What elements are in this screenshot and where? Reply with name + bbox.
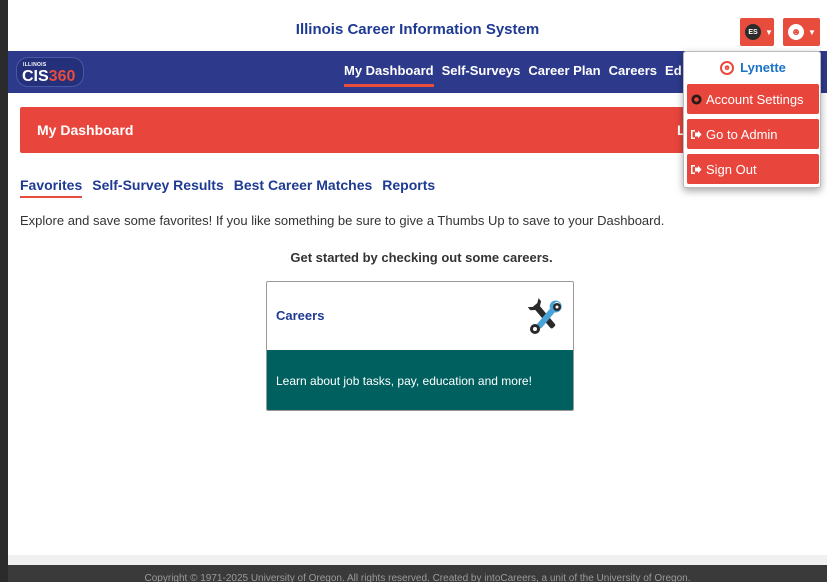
go-to-admin-menu-item[interactable]: Go to Admin xyxy=(687,119,819,149)
user-icon: ☻ xyxy=(788,24,804,40)
sign-out-label: Sign Out xyxy=(706,161,757,177)
careers-card[interactable]: Careers Learn about job tasks, pay, educ… xyxy=(266,281,574,411)
language-badge: ES xyxy=(745,24,761,40)
logo-number-text: 360 xyxy=(48,68,76,85)
intro-text: Explore and save some favorites! If you … xyxy=(20,213,665,228)
chevron-down-icon: ▼ xyxy=(765,27,773,37)
dashboard-tabs: Favorites Self-Survey Results Best Caree… xyxy=(20,177,435,198)
account-settings-label: Account Settings xyxy=(706,91,804,107)
nav-links: My Dashboard Self-Surveys Career Plan Ca… xyxy=(344,63,682,87)
nav-item-my-dashboard[interactable]: My Dashboard xyxy=(344,63,434,87)
go-to-admin-label: Go to Admin xyxy=(706,126,778,142)
nav-item-careers[interactable]: Careers xyxy=(609,63,657,87)
account-settings-menu-item[interactable]: Account Settings xyxy=(687,84,819,114)
language-button[interactable]: ES ▼ xyxy=(740,18,774,46)
tools-icon xyxy=(527,298,562,334)
footer: Copyright © 1971-2025 University of Oreg… xyxy=(8,565,827,582)
chevron-down-icon: ▼ xyxy=(808,27,816,37)
card-body: Learn about job tasks, pay, education an… xyxy=(267,350,573,410)
page-title: My Dashboard xyxy=(37,122,134,138)
card-description: Learn about job tasks, pay, education an… xyxy=(276,374,532,388)
cis360-logo[interactable]: ILLINOIS CIS360 xyxy=(16,57,84,87)
copyright-text: Copyright © 1971-2025 University of Oreg… xyxy=(144,573,691,582)
footer-divider xyxy=(8,555,827,565)
tab-reports[interactable]: Reports xyxy=(382,177,435,198)
card-title: Careers xyxy=(276,308,325,323)
tab-self-survey-results[interactable]: Self-Survey Results xyxy=(92,177,224,198)
sign-in-icon xyxy=(690,128,702,140)
nav-item-self-surveys[interactable]: Self-Surveys xyxy=(442,63,521,87)
logo-brand: CIS360 xyxy=(22,68,75,86)
user-dropdown-menu: ☻ Lynette Account Settings Go to Admin S… xyxy=(683,51,821,188)
user-icon: ☻ xyxy=(720,60,735,75)
user-menu-button[interactable]: ☻ ▼ xyxy=(783,18,820,46)
user-name: Lynette xyxy=(740,60,786,75)
tab-favorites[interactable]: Favorites xyxy=(20,177,83,198)
logo-brand-text: CIS xyxy=(22,68,49,85)
nav-item-career-plan[interactable]: Career Plan xyxy=(528,63,600,87)
user-name-row[interactable]: ☻ Lynette xyxy=(684,60,822,75)
nav-item-education[interactable]: Ed xyxy=(665,63,682,87)
card-header: Careers xyxy=(267,282,573,350)
tab-best-career-matches[interactable]: Best Career Matches xyxy=(234,177,373,198)
top-header: Illinois Career Information System xyxy=(8,9,827,51)
sign-out-menu-item[interactable]: Sign Out xyxy=(687,154,819,184)
gear-icon xyxy=(690,93,702,105)
app-title: Illinois Career Information System xyxy=(295,21,540,38)
get-started-heading: Get started by checking out some careers… xyxy=(290,250,553,265)
sign-out-icon xyxy=(690,163,702,175)
